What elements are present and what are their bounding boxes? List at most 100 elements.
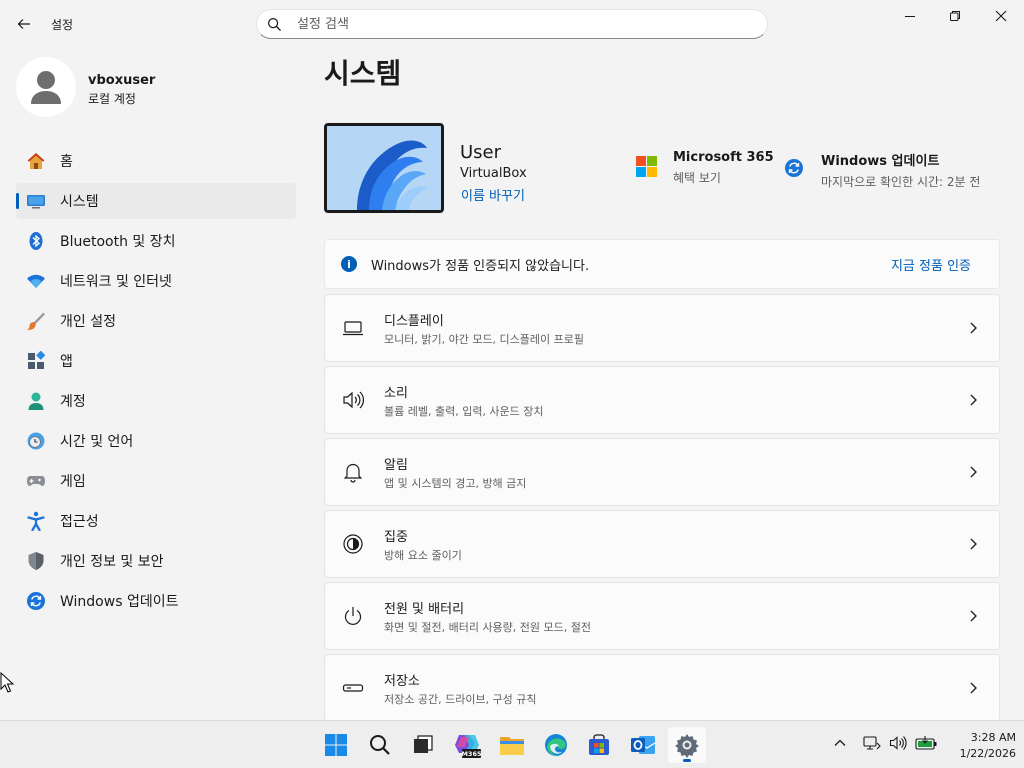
device-name: User <box>460 142 502 163</box>
sidebar-item-label: 홈 <box>60 154 73 170</box>
card-subtitle: 방해 요소 줄이기 <box>384 548 462 562</box>
avatar <box>16 57 76 117</box>
title-bar: 설정 <box>0 0 1024 48</box>
copilot-m365-icon: M365 <box>455 735 481 758</box>
chevron-up-icon <box>834 739 846 746</box>
search-input[interactable] <box>295 15 735 33</box>
back-button[interactable] <box>12 12 36 36</box>
system-icon <box>26 191 46 211</box>
sidebar-item-personalization[interactable]: 개인 설정 <box>16 303 296 339</box>
sidebar-item-system[interactable]: 시스템 <box>16 183 296 219</box>
card-subtitle: 앱 및 시스템의 경고, 방해 금지 <box>384 476 527 490</box>
card-storage[interactable]: 저장소 저장소 공간, 드라이브, 구성 규칙 <box>324 654 1000 720</box>
promo-subtitle: 마지막으로 확인한 시간: 2분 전 <box>821 175 981 189</box>
card-subtitle: 볼륨 레벨, 출력, 입력, 사운드 장치 <box>384 404 544 418</box>
card-title: 집중 <box>384 529 408 545</box>
task-view-button[interactable] <box>404 727 442 763</box>
close-icon <box>995 10 1007 22</box>
settings-list: 디스플레이 모니터, 밝기, 야간 모드, 디스플레이 프로필 소리 볼륨 레벨… <box>324 294 1000 720</box>
chevron-right-icon <box>970 682 977 694</box>
user-profile[interactable]: vboxuser 로컬 계정 <box>16 57 296 117</box>
app-title: 설정 <box>51 18 74 32</box>
focus-icon <box>342 533 364 555</box>
card-title: 알림 <box>384 457 408 473</box>
windows-update-promo[interactable]: Windows 업데이트 마지막으로 확인한 시간: 2분 전 <box>784 150 980 190</box>
back-arrow-icon <box>17 19 30 29</box>
page-title: 시스템 <box>324 57 402 90</box>
activation-message: Windows가 정품 인증되지 않았습니다. <box>371 258 590 274</box>
restore-icon <box>950 11 960 21</box>
file-explorer-icon <box>500 737 524 755</box>
task-view-icon <box>414 735 433 753</box>
minimize-button[interactable] <box>887 0 933 32</box>
taskbar-search-button[interactable] <box>361 727 399 763</box>
store-button[interactable] <box>580 727 618 763</box>
card-notifications[interactable]: 알림 앱 및 시스템의 경고, 방해 금지 <box>324 438 1000 506</box>
bell-icon <box>342 461 364 483</box>
microsoft-logo-icon <box>636 156 658 182</box>
sidebar-item-windows-update[interactable]: Windows 업데이트 <box>16 583 296 619</box>
speaker-icon <box>342 389 364 411</box>
sidebar-item-label: Windows 업데이트 <box>60 594 179 610</box>
sidebar-item-time-language[interactable]: 시간 및 언어 <box>16 423 296 459</box>
copilot-m365-button[interactable]: M365 <box>448 727 486 763</box>
clock[interactable]: 3:28 AM 1/22/2026 <box>946 730 1016 762</box>
clock-date: 1/22/2026 <box>959 747 1016 760</box>
sidebar-item-accounts[interactable]: 계정 <box>16 383 296 419</box>
device-model: VirtualBox <box>460 166 527 181</box>
accessibility-icon <box>26 511 46 531</box>
settings-taskbar-button[interactable] <box>668 727 706 763</box>
time-language-icon <box>26 431 46 451</box>
mouse-cursor-icon <box>0 672 14 693</box>
card-subtitle: 모니터, 밝기, 야간 모드, 디스플레이 프로필 <box>384 332 585 346</box>
minimize-icon <box>905 16 915 17</box>
volume-icon[interactable] <box>889 733 909 753</box>
close-button[interactable] <box>978 0 1024 32</box>
chevron-right-icon <box>970 394 977 406</box>
edge-button[interactable] <box>537 727 575 763</box>
battery-icon[interactable] <box>915 733 939 753</box>
gaming-icon <box>26 471 46 491</box>
maximize-button[interactable] <box>932 0 978 32</box>
card-title: 디스플레이 <box>384 313 444 329</box>
file-explorer-button[interactable] <box>493 727 531 763</box>
rename-link[interactable]: 이름 바꾸기 <box>461 185 525 204</box>
promo-title: Windows 업데이트 <box>821 154 940 169</box>
outlook-icon <box>631 736 656 754</box>
sidebar-item-label: 네트워크 및 인터넷 <box>60 274 172 290</box>
card-focus[interactable]: 집중 방해 요소 줄이기 <box>324 510 1000 578</box>
start-button[interactable] <box>317 727 355 763</box>
microsoft-365-promo[interactable]: Microsoft 365 혜택 보기 <box>636 150 774 186</box>
sidebar-item-bluetooth[interactable]: Bluetooth 및 장치 <box>16 223 296 259</box>
bluetooth-icon <box>26 231 46 251</box>
network-icon[interactable] <box>863 733 883 753</box>
device-wallpaper-thumbnail <box>324 123 444 213</box>
wifi-icon <box>26 271 46 291</box>
show-hidden-icons-button[interactable] <box>833 733 849 753</box>
sidebar-item-home[interactable]: 홈 <box>16 143 296 179</box>
card-sound[interactable]: 소리 볼륨 레벨, 출력, 입력, 사운드 장치 <box>324 366 1000 434</box>
card-title: 소리 <box>384 385 408 401</box>
activate-now-link[interactable]: 지금 정품 인증 <box>891 255 971 274</box>
sidebar-item-privacy[interactable]: 개인 정보 및 보안 <box>16 543 296 579</box>
search-icon <box>267 16 283 32</box>
chevron-right-icon <box>970 322 977 334</box>
sidebar-item-gaming[interactable]: 게임 <box>16 463 296 499</box>
sidebar-item-label: 개인 정보 및 보안 <box>60 554 164 570</box>
update-icon <box>26 591 46 611</box>
sidebar-nav: 홈 시스템 Bluetooth 및 장치 네트워크 및 인터넷 개인 설정 앱 <box>16 143 296 623</box>
sidebar-item-label: 개인 설정 <box>60 314 116 330</box>
sidebar-item-accessibility[interactable]: 접근성 <box>16 503 296 539</box>
power-icon <box>342 605 364 627</box>
card-power-battery[interactable]: 전원 및 배터리 화면 및 절전, 배터리 사용량, 전원 모드, 절전 <box>324 582 1000 650</box>
card-display[interactable]: 디스플레이 모니터, 밝기, 야간 모드, 디스플레이 프로필 <box>324 294 1000 362</box>
brush-icon <box>26 311 46 331</box>
outlook-button[interactable] <box>624 727 662 763</box>
store-icon <box>589 734 609 755</box>
search-box[interactable] <box>256 9 768 39</box>
promo-subtitle: 혜택 보기 <box>673 171 721 185</box>
sidebar-item-apps[interactable]: 앱 <box>16 343 296 379</box>
sidebar-item-label: 게임 <box>60 474 86 490</box>
sidebar-item-network[interactable]: 네트워크 및 인터넷 <box>16 263 296 299</box>
active-indicator <box>683 759 691 762</box>
